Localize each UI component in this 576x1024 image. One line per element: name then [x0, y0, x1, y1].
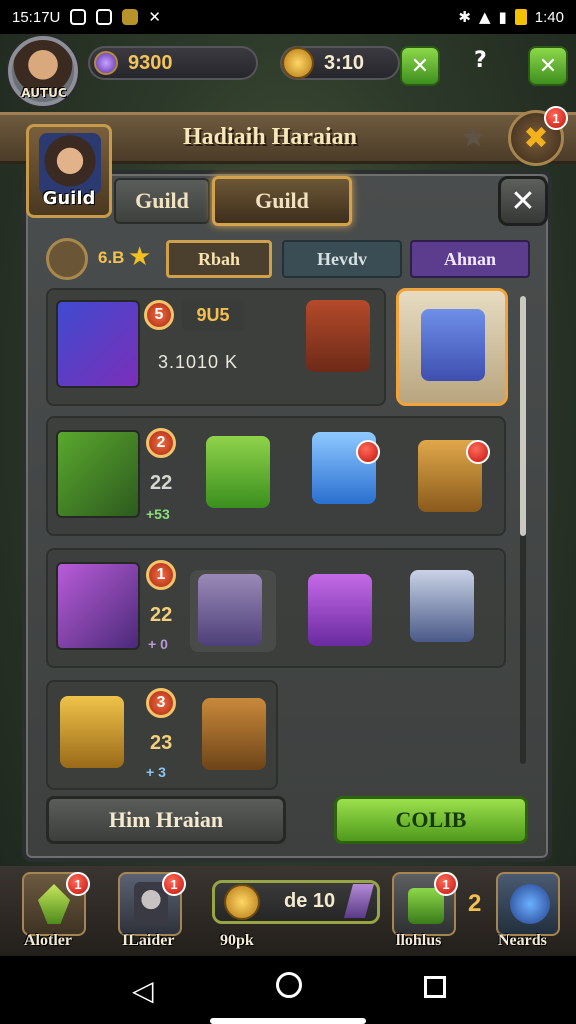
star-icon: ★: [128, 242, 152, 272]
orb-icon: [510, 884, 550, 924]
tab-guild[interactable]: Guild: [114, 178, 210, 224]
box-crate-item: [421, 309, 485, 381]
gem-icon: [38, 884, 70, 924]
close-icon: ✕: [510, 183, 536, 219]
close-notification-icon: ✕: [148, 8, 161, 26]
notification-badge: 1: [544, 106, 568, 130]
filter-tab-1[interactable]: Rbah: [166, 240, 272, 278]
blue-totem-item[interactable]: [410, 570, 474, 642]
notification-badge: [356, 440, 380, 464]
battle-button[interactable]: ✕: [528, 46, 568, 86]
guild-portrait[interactable]: Guild: [26, 124, 112, 218]
member-power: + 3: [146, 764, 166, 780]
nav-label: Neards: [498, 932, 547, 949]
gold-armor-item[interactable]: [60, 696, 124, 768]
timer-counter[interactable]: 3:10: [280, 46, 400, 80]
member-level: 23: [150, 732, 173, 754]
coin-value: de 10: [284, 890, 336, 912]
member-score: 9U5: [182, 300, 244, 330]
top-bar: AUTUC 9300 3:10 ✕ ? ✕: [0, 34, 576, 106]
green-shield-item[interactable]: [206, 436, 270, 508]
swords-button[interactable]: ✕: [400, 46, 440, 86]
nav-label: ILaider: [122, 932, 175, 949]
bluetooth-icon: ✱: [458, 8, 471, 26]
swords-icon: ✕: [538, 53, 558, 79]
nav-label: 90pk: [220, 932, 254, 949]
nav-item-neards[interactable]: [496, 872, 560, 936]
member-portrait: [56, 430, 140, 518]
system-navbar: ◁: [0, 956, 576, 1024]
guild-portrait-label: Guild: [42, 188, 96, 209]
notification-badge: 1: [434, 872, 458, 896]
notification-badge: 1: [66, 872, 90, 896]
purple-gear-item[interactable]: [198, 574, 262, 646]
status-time: 15:17U: [12, 8, 61, 26]
battery-icon: [514, 9, 527, 25]
rank-badge: 1: [146, 560, 176, 590]
back-icon[interactable]: ◁: [132, 974, 154, 1007]
member-power: + 0: [148, 636, 168, 652]
status-clock: 1:40: [534, 8, 564, 26]
coins-icon: [224, 884, 260, 920]
scrollbar-thumb[interactable]: [520, 296, 526, 536]
filter-tab-2[interactable]: Hevdv: [282, 240, 402, 278]
star-icon: ★: [460, 120, 487, 155]
player-name: AUTUC: [21, 86, 67, 100]
app-icon: [122, 9, 139, 25]
notification-icon: [96, 9, 113, 25]
shield-coin-icon: [282, 47, 314, 79]
tab-guild-active[interactable]: Guild: [212, 176, 352, 226]
notification-icon: [70, 9, 87, 25]
crossed-swords-icon: ✖: [523, 120, 549, 156]
rank-badge: 3: [146, 688, 176, 718]
rank-text: 6.B: [98, 248, 125, 267]
notification-badge: 1: [162, 872, 186, 896]
selected-item-slot[interactable]: [396, 288, 508, 406]
member-level: 22: [150, 472, 173, 494]
secondary-button[interactable]: Him Hraian: [46, 796, 286, 844]
status-bar: 15:17U ✕ ✱ ▲ ▮ 1:40: [0, 0, 576, 34]
rank-emblem-icon: [46, 238, 88, 280]
home-indicator: [210, 1018, 366, 1024]
signal-icon: ▮: [498, 8, 507, 26]
timer-value: 3:10: [324, 51, 365, 74]
member-portrait: [56, 562, 140, 650]
guild-leader-portrait: [39, 133, 101, 195]
gem-value: 9300: [128, 51, 173, 74]
notification-badge: [466, 440, 490, 464]
purple-chest-item[interactable]: [308, 574, 372, 646]
filter-tab-3[interactable]: Ahnan: [410, 240, 530, 278]
nav-label: Alotler: [24, 932, 72, 949]
member-level: 22: [150, 604, 173, 626]
page-title: Hadiaih Haraian: [182, 124, 358, 150]
rank-badge: 5: [144, 300, 174, 330]
side-counter: 2: [468, 890, 482, 917]
rank-badge: 2: [146, 428, 176, 458]
member-portrait: [56, 300, 140, 388]
close-button[interactable]: ✕: [498, 176, 548, 226]
swords-icon: ✕: [410, 53, 430, 79]
help-button[interactable]: ?: [474, 48, 487, 73]
recents-icon[interactable]: [424, 976, 446, 998]
gem-icon: [94, 51, 118, 75]
chest-item[interactable]: [306, 300, 370, 372]
wood-crate-item[interactable]: [202, 698, 266, 770]
confirm-button[interactable]: COLIB: [334, 796, 528, 844]
member-id: 3.1010 K: [158, 352, 239, 372]
wifi-icon: ▲: [478, 8, 491, 26]
home-icon[interactable]: [276, 972, 302, 998]
nav-label: llohlus: [396, 932, 442, 949]
gem-counter[interactable]: 9300: [88, 46, 258, 80]
member-power: +53: [146, 506, 170, 522]
